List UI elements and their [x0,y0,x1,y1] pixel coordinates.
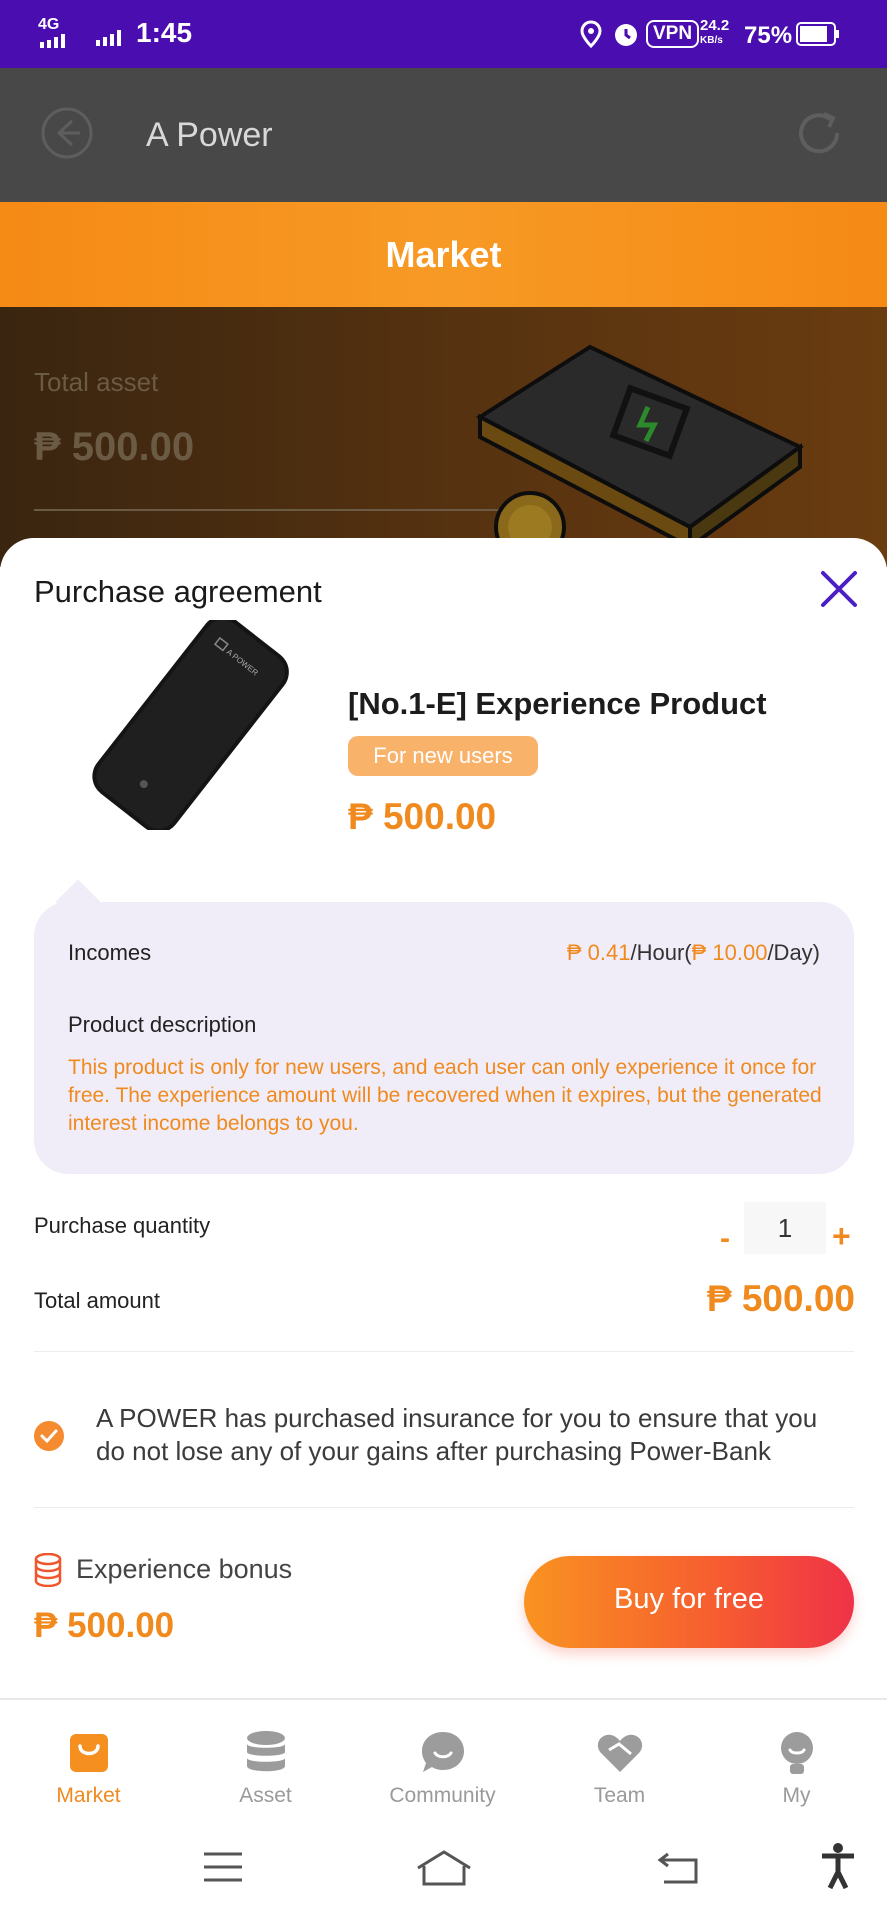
incomes-hour-unit: /Hour( [630,940,692,965]
tab-label: Community [389,1784,496,1807]
purchase-sheet: Purchase agreement A POWER [No.1-E] Expe… [0,538,887,1698]
page-title: A Power [146,116,273,154]
divider [34,509,504,511]
tab-market[interactable]: Market [0,1700,177,1830]
product-image: A POWER [92,620,289,830]
description-text: This product is only for new users, and … [68,1056,822,1135]
divider [34,1351,854,1352]
battery-percent: 75% [744,22,793,49]
experience-bonus-label: Experience bonus [76,1554,293,1584]
total-label: Total amount [34,1288,160,1313]
product-name: [No.1-E] Experience Product [348,686,767,721]
close-icon[interactable] [818,568,860,610]
battery-icon [796,22,839,46]
market-banner: Market [0,202,887,307]
incomes-label: Incomes [68,940,152,965]
net-speed: 24.2 [700,17,730,34]
tab-label: Market [56,1784,121,1807]
system-navigation-bar [0,1828,887,1920]
experience-bonus-value: ₱ 500.00 [34,1606,175,1645]
handshake-heart-icon [597,1734,643,1772]
status-bar: 4G 1:45 VPN 24.2 KB/s 75% [0,0,887,68]
incomes-value: ₱ 0.41/Hour(₱ 10.00/Day) [567,940,820,966]
chat-icon [422,1732,464,1772]
app-header: A Power [0,68,887,202]
quantity-decrement-button[interactable]: - [720,1222,730,1256]
new-user-badge: For new users [348,736,538,776]
market-banner-label: Market [385,234,502,275]
back-arrow-icon[interactable] [40,106,94,160]
product-price: ₱ 500.00 [348,796,497,837]
tab-community[interactable]: Community [354,1700,531,1830]
tab-team[interactable]: Team [531,1700,708,1830]
checkmark-icon [34,1421,64,1451]
menu-icon[interactable] [202,1850,244,1884]
net-speed-unit: KB/s [700,35,723,46]
info-box-pointer [55,879,101,925]
location-icon [580,20,602,48]
refresh-icon[interactable] [792,106,846,160]
product-info-box: Incomes ₱ 0.41/Hour(₱ 10.00/Day) Product… [34,879,854,1174]
sheet-title: Purchase agreement [34,574,322,609]
bottom-tab-bar: Market Asset Community Team My [0,1698,887,1830]
alarm-icon [615,24,637,46]
total-asset-value: ₱ 500.00 [34,425,195,469]
tab-label: My [782,1784,811,1807]
buy-for-free-button[interactable]: Buy for free [524,1556,854,1648]
quantity-label: Purchase quantity [34,1213,211,1238]
divider [34,1507,854,1508]
signal-icon-2 [96,30,121,46]
user-icon [781,1732,813,1774]
database-icon [247,1731,285,1772]
vpn-badge: VPN [646,20,700,48]
home-icon[interactable] [414,1848,474,1888]
description-label: Product description [68,1012,257,1037]
clock: 1:45 [136,17,193,48]
tab-my[interactable]: My [708,1700,885,1830]
incomes-hour: ₱ 0.41 [566,940,631,965]
total-asset-label: Total asset [34,367,159,397]
incomes-day: ₱ 10.00 [691,940,768,965]
tab-label: Asset [239,1784,292,1807]
quantity-increment-button[interactable]: + [832,1218,851,1255]
back-icon[interactable] [656,1848,702,1888]
signal-icon [40,34,65,48]
shopping-bag-icon [70,1734,108,1772]
coins-stack-icon [34,1553,62,1587]
network-type: 4G [38,16,60,33]
asset-summary-backdrop: Total asset ₱ 500.00 [0,307,887,567]
powerbank-illustration [476,344,804,563]
tab-label: Team [593,1784,646,1807]
incomes-day-unit: /Day) [767,940,820,965]
accessibility-icon[interactable] [818,1842,858,1892]
quantity-input[interactable]: 1 [744,1202,826,1254]
total-value: ₱ 500.00 [706,1278,855,1319]
tab-asset[interactable]: Asset [177,1700,354,1830]
insurance-notice: A POWER has purchased insurance for you … [96,1403,818,1466]
